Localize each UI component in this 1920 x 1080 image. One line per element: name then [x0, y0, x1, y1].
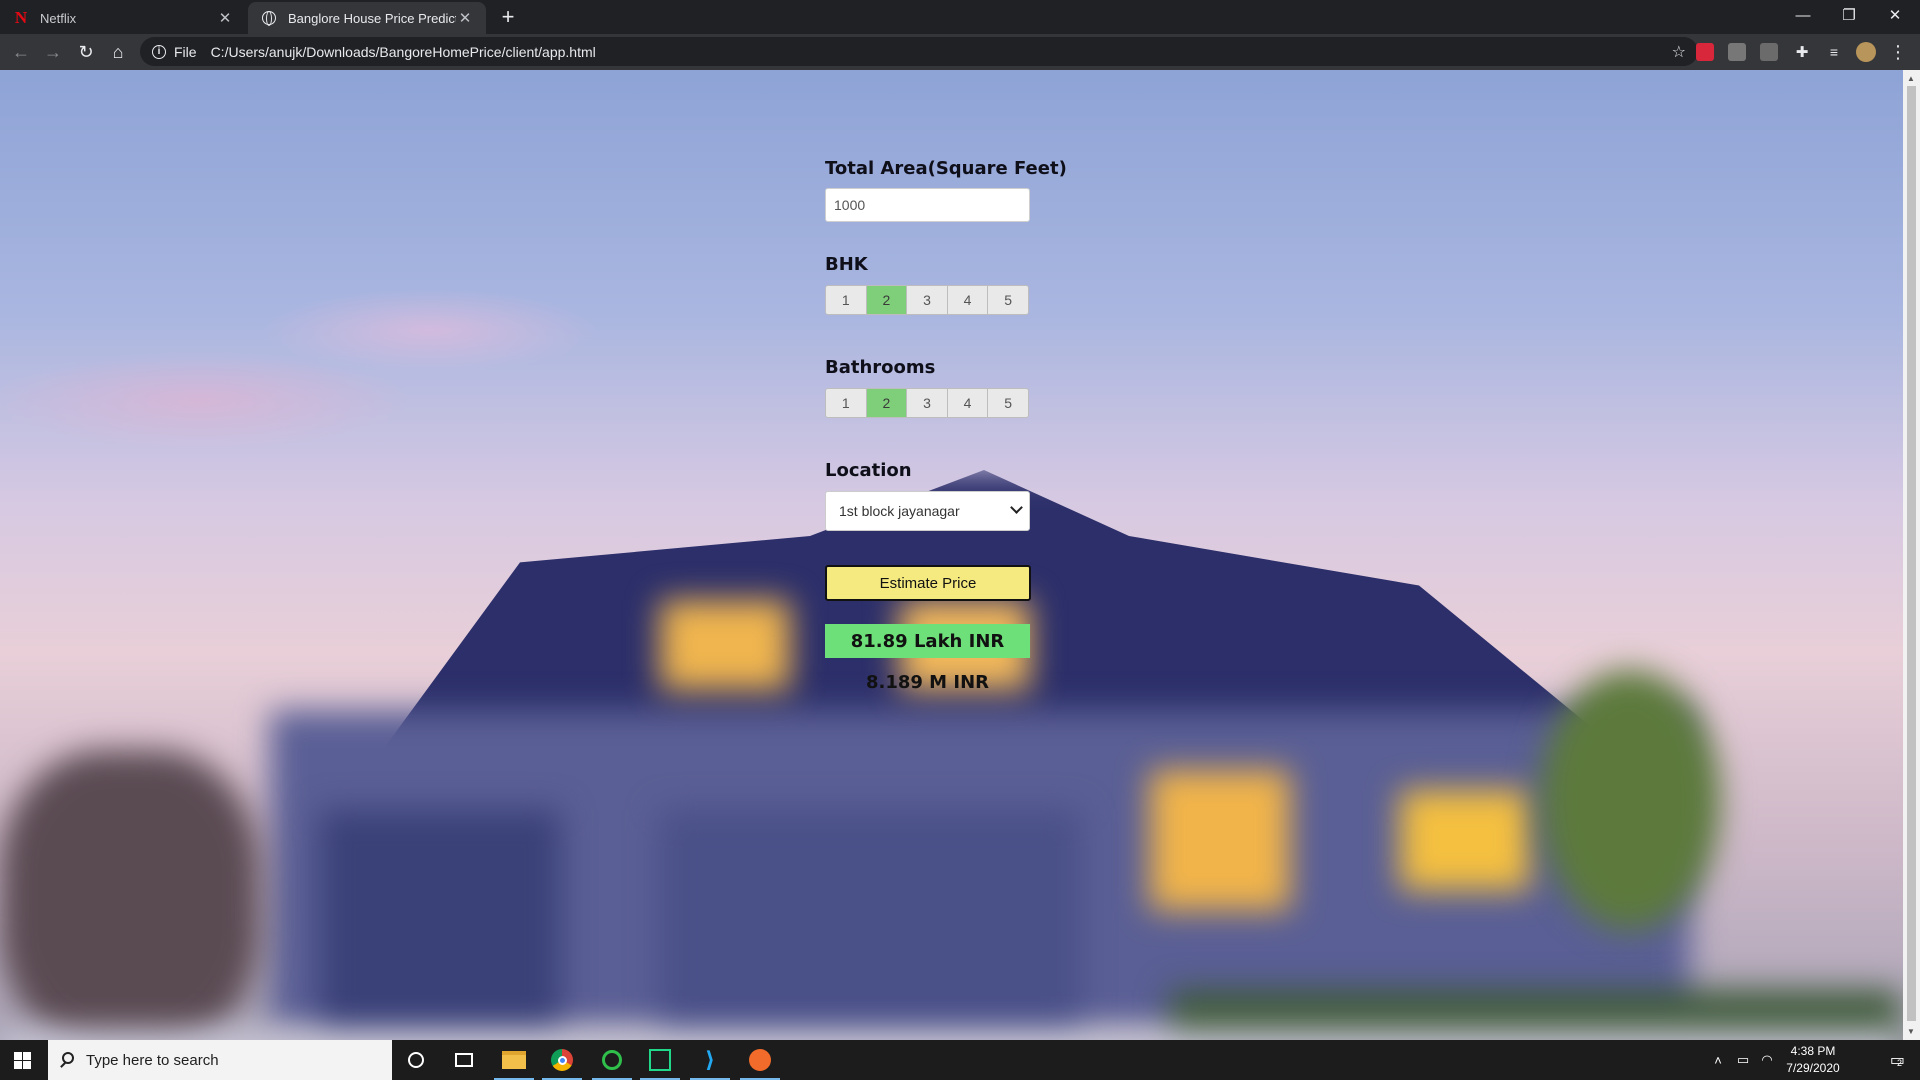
browser-tab-strip: N Netflix ✕ Banglore House Price Predict… — [0, 0, 1920, 34]
garage-door-image — [660, 810, 1080, 1040]
scroll-up-icon[interactable]: ▲ — [1907, 74, 1915, 83]
tray-chevron-icon[interactable]: ˄ — [1708, 1040, 1728, 1080]
result-lakh: 81.89 Lakh INR — [825, 624, 1030, 658]
tab-title: Netflix — [40, 10, 77, 26]
forward-arrow-icon[interactable]: → — [39, 38, 67, 66]
bhk-option-1[interactable]: 1 — [826, 286, 867, 314]
driveway-image — [0, 1030, 1903, 1040]
result-million: 8.189 M INR — [865, 672, 989, 693]
taskbar-clock[interactable]: 4:38 PM 7/29/2020 — [1776, 1043, 1850, 1077]
bhk-option-2[interactable]: 2 — [866, 286, 908, 314]
back-arrow-icon[interactable]: ← — [7, 38, 35, 66]
search-placeholder: Type here to search — [86, 1051, 219, 1069]
chrome-icon[interactable] — [538, 1040, 586, 1080]
minimize-icon[interactable]: — — [1780, 0, 1826, 30]
tab-netflix[interactable]: N Netflix ✕ — [0, 2, 246, 34]
extension-f-icon[interactable] — [1760, 43, 1778, 61]
location-select[interactable]: 1st block jayanagar — [825, 491, 1030, 531]
task-view-icon[interactable] — [440, 1040, 488, 1080]
clock-time: 4:38 PM — [1790, 1044, 1836, 1058]
url-text[interactable]: C:/Users/anujk/Downloads/BangoreHomePric… — [211, 44, 596, 60]
window-light-image — [1150, 770, 1290, 910]
tab-title: Banglore House Price Prediction — [288, 10, 456, 26]
search-icon — [62, 1052, 74, 1064]
kebab-menu-icon[interactable]: ⋮ — [1884, 38, 1912, 66]
close-tab-icon[interactable]: ✕ — [456, 9, 474, 27]
tab-house-price[interactable]: Banglore House Price Prediction ✕ — [248, 2, 486, 34]
bathrooms-label: Bathrooms — [825, 357, 936, 378]
media-icon[interactable]: ≡ — [1820, 38, 1848, 66]
close-window-icon[interactable]: ✕ — [1872, 0, 1918, 30]
chevron-down-icon — [1010, 501, 1023, 514]
scrollbar-thumb[interactable] — [1907, 86, 1916, 1021]
app-green-ring-icon[interactable] — [588, 1040, 636, 1080]
browser-toolbar: ← → ↻ ⌂ i File C:/Users/anujk/Downloads/… — [0, 34, 1920, 70]
notification-center-icon[interactable]: ▭ 2 — [1878, 1040, 1914, 1080]
bhk-label: BHK — [825, 254, 868, 275]
close-tab-icon[interactable]: ✕ — [216, 9, 234, 27]
extension-red-icon[interactable] — [1696, 43, 1714, 61]
tree-image — [1540, 670, 1720, 930]
scroll-down-icon[interactable]: ▼ — [1907, 1027, 1915, 1036]
star-icon[interactable]: ☆ — [1672, 42, 1686, 62]
netflix-icon: N — [14, 8, 28, 27]
reload-icon[interactable]: ↻ — [72, 38, 100, 66]
taskbar-search-input[interactable]: Type here to search — [48, 1040, 392, 1080]
bhk-option-4[interactable]: 4 — [947, 286, 989, 314]
extension-gray-icon[interactable] — [1728, 43, 1746, 61]
bhk-option-5[interactable]: 5 — [988, 286, 1028, 314]
estimate-price-button[interactable]: Estimate Price — [825, 565, 1031, 601]
area-label: Total Area(Square Feet) — [825, 158, 1067, 179]
notification-count: 2 — [1897, 1058, 1903, 1068]
scheme-label: File — [174, 43, 197, 60]
sublime-icon[interactable] — [736, 1040, 784, 1080]
location-selected-value: 1st block jayanagar — [839, 503, 960, 519]
vertical-scrollbar[interactable]: ▲ ▼ — [1903, 70, 1920, 1040]
info-icon[interactable]: i — [152, 44, 166, 59]
bath-option-3[interactable]: 3 — [907, 389, 948, 417]
bathrooms-selector: 1 2 3 4 5 — [825, 388, 1029, 418]
vscode-icon[interactable]: ⟩ — [686, 1040, 734, 1080]
wifi-icon[interactable]: ◠ — [1756, 1040, 1778, 1080]
avatar[interactable] — [1852, 38, 1880, 66]
trees-image — [0, 750, 260, 1040]
pycharm-icon[interactable] — [636, 1040, 684, 1080]
bhk-option-3[interactable]: 3 — [907, 286, 948, 314]
new-tab-button[interactable]: + — [496, 6, 520, 30]
home-icon[interactable]: ⌂ — [104, 38, 132, 66]
windows-taskbar: Type here to search ⟩ ˄ ▭ ◠ 4:38 PM 7/29… — [0, 1040, 1920, 1080]
bath-option-2[interactable]: 2 — [866, 389, 908, 417]
bath-option-1[interactable]: 1 — [826, 389, 867, 417]
garage-door-image — [320, 810, 560, 1040]
address-bar[interactable]: i File C:/Users/anujk/Downloads/BangoreH… — [140, 37, 1698, 66]
puzzle-icon[interactable]: ✚ — [1788, 38, 1816, 66]
globe-icon — [260, 9, 278, 27]
file-explorer-icon[interactable] — [490, 1040, 538, 1080]
cortana-icon[interactable] — [392, 1040, 440, 1080]
bath-option-4[interactable]: 4 — [947, 389, 989, 417]
window-light-image — [660, 600, 790, 690]
area-input[interactable] — [825, 188, 1030, 222]
page-background: Total Area(Square Feet) BHK 1 2 3 4 5 Ba… — [0, 70, 1903, 1040]
window-light-image — [1400, 790, 1530, 890]
location-label: Location — [825, 460, 912, 481]
clock-date: 7/29/2020 — [1786, 1061, 1840, 1075]
battery-icon[interactable]: ▭ — [1732, 1040, 1754, 1080]
bath-option-5[interactable]: 5 — [988, 389, 1028, 417]
restore-icon[interactable]: ❐ — [1826, 0, 1872, 30]
price-form: Total Area(Square Feet) BHK 1 2 3 4 5 Ba… — [825, 158, 1085, 693]
bhk-selector: 1 2 3 4 5 — [825, 285, 1029, 315]
windows-start-icon[interactable] — [14, 1052, 31, 1069]
